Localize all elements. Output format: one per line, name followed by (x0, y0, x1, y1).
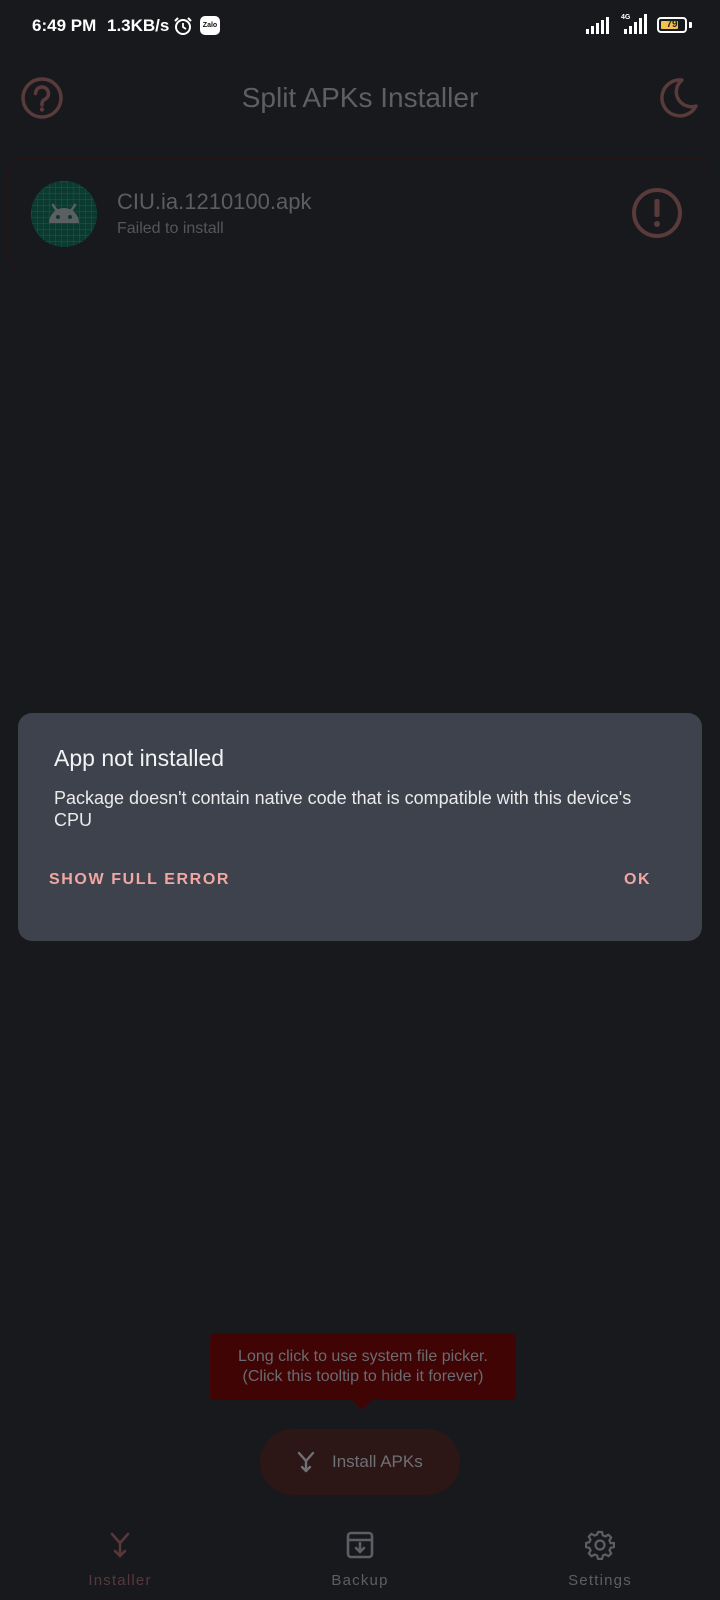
zalo-icon: Zalo (200, 16, 220, 35)
signal-icon (586, 17, 609, 34)
file-picker-tooltip[interactable]: Long click to use system file picker. (C… (210, 1334, 516, 1400)
alarm-icon (174, 17, 192, 35)
bottom-navigation: Installer Backup Settings (0, 1510, 720, 1600)
tooltip-line-2: (Click this tooltip to hide it forever) (242, 1368, 484, 1385)
dialog-title: App not installed (54, 745, 225, 771)
app-title: Split APKs Installer (241, 82, 479, 113)
moon-icon[interactable] (652, 74, 700, 122)
battery-icon: 79 (657, 17, 687, 33)
status-bar: 6:49 PM 1.3KB/s Zalo 4G 79 (0, 0, 720, 52)
status-net-speed: 1.3KB/s (107, 16, 170, 35)
show-full-error-button[interactable]: SHOW FULL ERROR (49, 871, 230, 889)
app-avatar (31, 181, 97, 247)
signal-4g-icon (624, 14, 647, 34)
battery-tip (689, 22, 692, 28)
battery-level: 79 (666, 19, 678, 30)
app-bar: Split APKs Installer (0, 62, 720, 134)
error-dialog: App not installed Package doesn't contai… (18, 713, 702, 941)
gear-icon (585, 1530, 615, 1560)
archive-icon (346, 1531, 374, 1559)
installation-card[interactable]: CIU.ia.1210100.apk Failed to install (8, 158, 710, 270)
dialog-message: Package doesn't contain native code that… (54, 788, 632, 830)
nav-item-settings[interactable]: Settings (480, 1510, 720, 1600)
apk-file-name: CIU.ia.1210100.apk (117, 189, 312, 214)
nav-label-installer: Installer (88, 1572, 152, 1589)
install-apks-button[interactable]: Install APKs (260, 1429, 460, 1495)
nav-item-backup[interactable]: Backup (240, 1510, 480, 1600)
tooltip-line-1: Long click to use system file picker. (238, 1348, 488, 1365)
install-apks-label: Install APKs (332, 1452, 423, 1471)
nav-label-backup: Backup (331, 1572, 389, 1589)
merge-icon (297, 1451, 315, 1473)
warning-icon (632, 188, 682, 238)
nav-item-installer[interactable]: Installer (0, 1510, 240, 1600)
android-icon (31, 181, 97, 247)
install-status: Failed to install (117, 220, 224, 237)
tooltip-arrow (352, 1400, 372, 1410)
merge-icon (110, 1532, 130, 1558)
status-time: 6:49 PM (32, 16, 97, 35)
nav-label-settings: Settings (568, 1572, 632, 1589)
ok-button[interactable]: OK (624, 871, 651, 889)
